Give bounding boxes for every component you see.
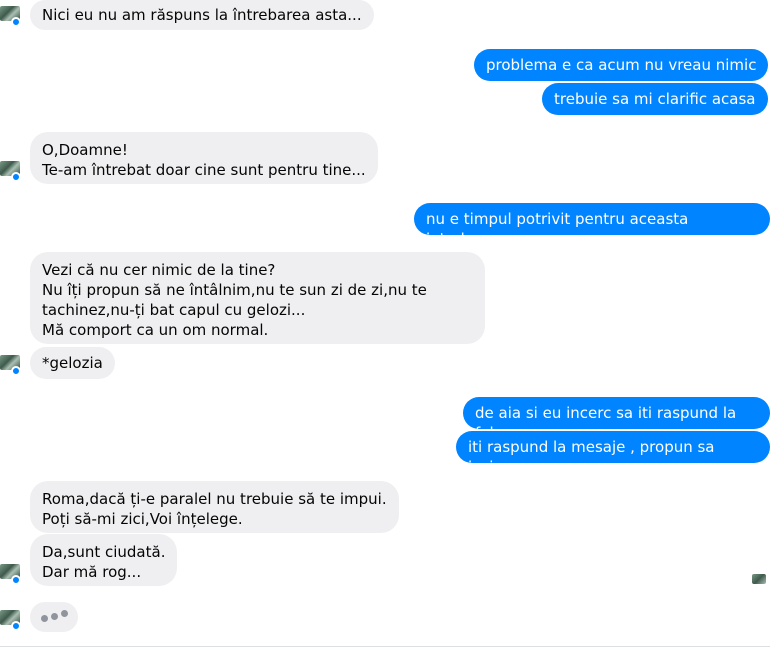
contact-avatar-icon[interactable] <box>0 6 21 27</box>
messenger-badge-icon <box>11 366 21 376</box>
message-text: *gelozia <box>42 354 103 372</box>
messenger-badge-icon <box>11 575 21 585</box>
message-bubble[interactable]: nu e timpul potrivit pentru aceasta intr… <box>414 203 770 248</box>
divider <box>0 646 770 647</box>
contact-avatar-icon[interactable] <box>0 564 21 585</box>
message-bubble[interactable]: iti raspund la mesaje , propun sa iesim <box>456 431 770 476</box>
messenger-badge-icon <box>11 621 21 631</box>
message-text: Vezi că nu cer nimic de la tine? <box>42 261 276 279</box>
message-text: Poți să-mi zici,Voi înțelege. <box>42 510 243 528</box>
message-text: Nu îți propun să ne întâlnim,nu te sun z… <box>42 281 427 299</box>
messenger-badge-icon <box>11 17 21 27</box>
message-text: Da,sunt ciudată. <box>42 543 166 561</box>
message-text: tachinez,nu-ți bat capul cu gelozi... <box>42 301 306 319</box>
message-bubble[interactable]: trebuie sa mi clarific acasa <box>542 83 768 115</box>
message-bubble[interactable]: *gelozia <box>30 347 115 379</box>
message-text: problema e ca acum nu vreau nimic <box>486 56 757 74</box>
message-text: Mă comport ca un om normal. <box>42 321 269 339</box>
message-text: Dar mă rog... <box>42 563 142 581</box>
message-text: iti raspund la mesaje , propun sa iesim <box>468 438 715 476</box>
message-text: trebuie sa mi clarific acasa <box>554 90 756 108</box>
message-bubble[interactable]: de aia si eu incerc sa iti raspund la fe… <box>463 397 770 442</box>
message-bubble[interactable]: problema e ca acum nu vreau nimic <box>474 49 769 81</box>
message-bubble[interactable]: O,Doamne! Te-am întrebat doar cine sunt … <box>30 132 378 184</box>
message-text: Te-am întrebat doar cine sunt pentru tin… <box>42 161 366 179</box>
contact-avatar-icon[interactable] <box>0 161 21 182</box>
typing-indicator-icon <box>30 602 78 632</box>
contact-avatar-icon[interactable] <box>0 355 21 376</box>
contact-avatar-icon[interactable] <box>0 610 21 631</box>
message-text: nu e timpul potrivit pentru aceasta intr… <box>426 210 689 248</box>
seen-avatar-icon <box>752 574 766 584</box>
message-bubble[interactable]: Vezi că nu cer nimic de la tine? Nu îți … <box>30 252 485 344</box>
message-bubble[interactable]: Nici eu nu am răspuns la întrebarea asta… <box>30 0 374 30</box>
message-text: O,Doamne! <box>42 141 128 159</box>
message-text: Roma,dacă ți-e paralel nu trebuie să te … <box>42 490 387 508</box>
messenger-badge-icon <box>11 172 21 182</box>
message-bubble[interactable]: Da,sunt ciudată. Dar mă rog... <box>30 534 178 586</box>
message-text: Nici eu nu am răspuns la întrebarea asta… <box>42 6 362 24</box>
message-bubble[interactable]: Roma,dacă ți-e paralel nu trebuie să te … <box>30 481 399 533</box>
